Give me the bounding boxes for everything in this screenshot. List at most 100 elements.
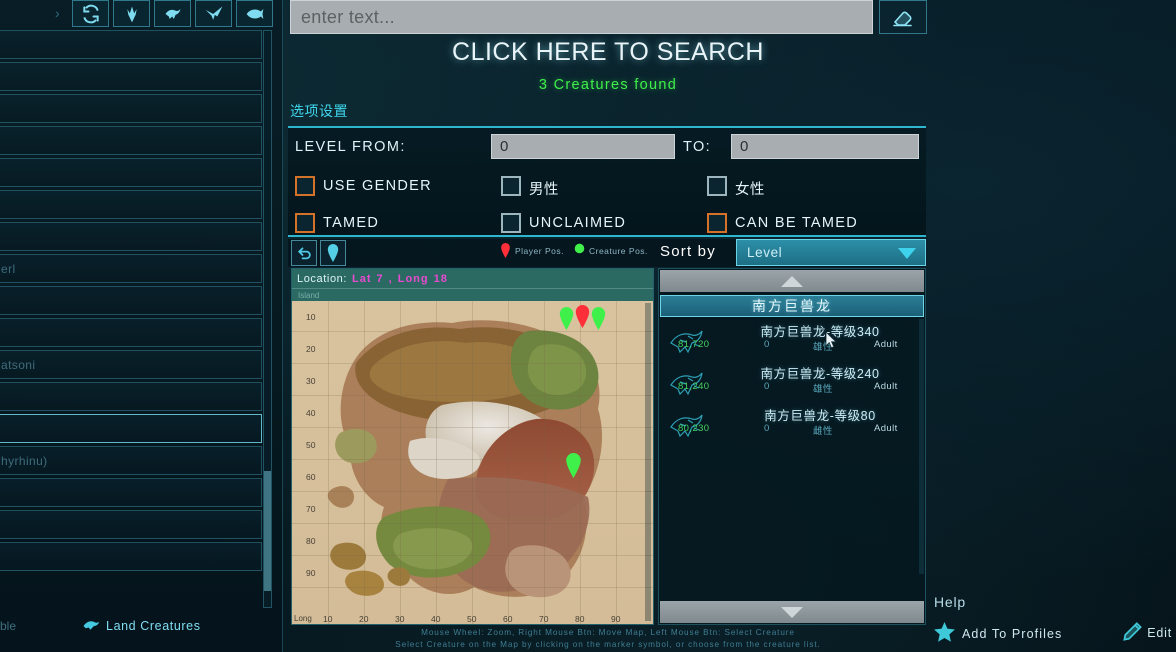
list-item[interactable] — [0, 382, 262, 411]
level-to-input[interactable] — [731, 134, 919, 159]
tamed-label: TAMED — [323, 215, 380, 231]
edit-button[interactable]: Edit — [1123, 622, 1172, 644]
map-pin-icon[interactable] — [320, 240, 346, 266]
sidebar: › erl atsoni hyrhinu) ble Land Creatures — [0, 0, 283, 652]
map-gridline — [292, 459, 653, 460]
map-x-tick: 80 — [575, 614, 585, 624]
refresh-icon[interactable] — [72, 0, 109, 27]
use-gender-checkbox[interactable] — [295, 176, 315, 196]
creature-value: 81,720 — [678, 339, 710, 350]
map-gridline — [508, 301, 509, 624]
creature-list-scrollbar[interactable] — [919, 319, 924, 574]
map-y-tick: 80 — [306, 536, 316, 546]
scroll-up-arrow — [781, 275, 803, 287]
sidebar-creature-list[interactable]: erl atsoni hyrhinu) — [0, 30, 262, 610]
table-row[interactable]: 南方巨兽龙-等级340 81,720 0 雄性 Adult — [660, 319, 924, 361]
map-lat-value: 7 — [376, 272, 384, 285]
footprint-icon[interactable] — [113, 0, 150, 27]
sidebar-footer: ble Land Creatures — [0, 614, 283, 638]
sidebar-scrollbar[interactable] — [263, 30, 272, 608]
map-panel[interactable]: Location: Lat 7 , Long 18 Island 10 20 3… — [291, 268, 654, 625]
table-row[interactable]: 南方巨兽龙-等级80 80,230 0 雌性 Adult — [660, 403, 924, 445]
results-count-label: 3 Creatures found — [538, 77, 678, 93]
creature-value: 81,240 — [678, 381, 710, 392]
creature-list-panel: 南方巨兽龙 南方巨兽龙-等级340 81,720 0 雄性 Adult 南方巨兽… — [658, 268, 926, 625]
map-y-tick: 90 — [306, 568, 316, 578]
list-item[interactable] — [0, 222, 262, 251]
dino-icon[interactable] — [154, 0, 191, 27]
flyer-icon[interactable] — [195, 0, 232, 27]
female-checkbox[interactable] — [707, 176, 727, 196]
level-range-row: LEVEL FROM: TO: — [288, 128, 926, 165]
sort-by-label: Sort by — [660, 243, 716, 260]
can-be-tamed-checkbox[interactable] — [707, 213, 727, 233]
tamed-checkbox[interactable] — [295, 213, 315, 233]
list-item[interactable] — [0, 318, 262, 347]
search-input[interactable] — [290, 0, 873, 34]
main-panel: CLICK HERE TO SEARCH 3 Creatures found 选… — [288, 0, 928, 652]
map-scrollbar[interactable] — [645, 303, 651, 621]
list-item[interactable] — [0, 94, 262, 123]
creature-qty: 0 — [764, 381, 770, 392]
hint-line-2: Select Creature on the Map by clicking o… — [395, 640, 821, 649]
triangle-down-icon[interactable] — [660, 601, 924, 623]
map-gridline — [436, 301, 437, 624]
sidebar-collapse-chevron-icon[interactable]: › — [55, 6, 60, 20]
table-row[interactable]: 南方巨兽龙-等级240 81,240 0 雄性 Adult — [660, 361, 924, 403]
star-icon — [934, 622, 955, 645]
map-x-tick: 20 — [359, 614, 369, 624]
creature-marker[interactable] — [564, 453, 581, 478]
list-item[interactable]: hyrhinu) — [0, 446, 262, 475]
help-label[interactable]: Help — [934, 594, 966, 610]
map-x-axis: Long 10 20 30 40 50 60 70 80 90 — [292, 604, 653, 624]
sidebar-footer-category[interactable]: Land Creatures — [82, 617, 201, 635]
list-item[interactable] — [0, 126, 262, 155]
list-item[interactable] — [0, 158, 262, 187]
list-item[interactable]: erl — [0, 254, 262, 283]
list-item[interactable] — [0, 286, 262, 315]
list-item[interactable] — [0, 542, 262, 571]
level-from-input[interactable] — [491, 134, 675, 159]
list-item[interactable] — [0, 478, 262, 507]
unclaimed-checkbox[interactable] — [501, 213, 521, 233]
eraser-icon[interactable] — [879, 0, 927, 34]
creature-marker[interactable] — [590, 307, 607, 330]
add-to-profiles-label: Add To Profiles — [962, 626, 1063, 641]
list-item[interactable] — [0, 30, 262, 59]
sidebar-scrollbar-thumb[interactable] — [264, 471, 271, 591]
map-coord-separator: , — [388, 272, 393, 285]
creature-age: Adult — [874, 423, 898, 434]
creature-name: 南方巨兽龙-等级340 — [760, 325, 880, 339]
map-gridline — [292, 555, 653, 556]
map-gridline — [400, 301, 401, 624]
map-gridline — [292, 491, 653, 492]
search-row — [288, 0, 928, 35]
sort-dropdown[interactable]: Level — [736, 239, 926, 266]
player-marker[interactable] — [574, 305, 591, 328]
add-to-profiles-button[interactable]: Add To Profiles — [934, 622, 1062, 645]
male-checkbox[interactable] — [501, 176, 521, 196]
map-canvas[interactable]: 10 20 30 40 50 60 70 80 90 Long 10 20 30… — [292, 301, 653, 624]
fish-icon[interactable] — [236, 0, 273, 27]
creature-marker[interactable] — [558, 307, 575, 330]
use-gender-label: USE GENDER — [323, 178, 432, 194]
list-item-selected[interactable] — [0, 414, 262, 443]
map-x-tick: 30 — [395, 614, 405, 624]
triangle-up-icon[interactable] — [660, 270, 924, 292]
list-item[interactable] — [0, 62, 262, 91]
legend-creature-label: Creature Pos. — [588, 245, 648, 256]
list-item[interactable] — [0, 510, 262, 539]
species-header[interactable]: 南方巨兽龙 — [660, 295, 924, 317]
map-x-tick: 70 — [539, 614, 549, 624]
pin-green-icon — [574, 243, 585, 258]
search-title-button[interactable]: CLICK HERE TO SEARCH — [288, 38, 928, 67]
undo-arrow-icon[interactable] — [291, 240, 317, 266]
map-y-tick: 10 — [306, 312, 316, 322]
list-item[interactable]: atsoni — [0, 350, 262, 379]
map-gridline — [616, 301, 617, 624]
female-label: 女性 — [735, 182, 765, 198]
map-x-tick: 50 — [467, 614, 477, 624]
list-item[interactable] — [0, 190, 262, 219]
map-legend: Player Pos. Creature Pos. — [500, 243, 648, 258]
creature-qty: 0 — [764, 423, 770, 434]
